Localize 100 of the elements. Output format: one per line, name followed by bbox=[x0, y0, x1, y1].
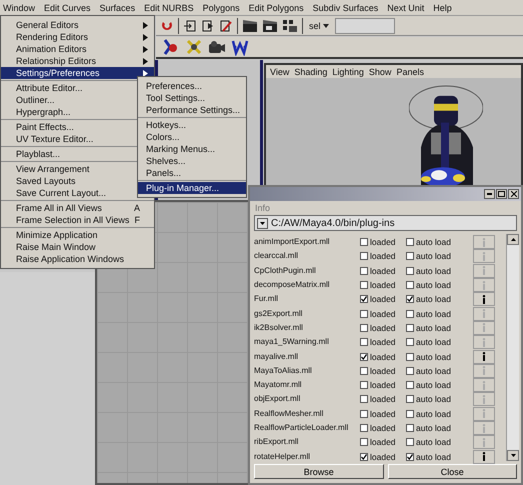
checkbox[interactable] bbox=[406, 366, 414, 375]
checkbox[interactable] bbox=[360, 452, 368, 461]
menu-item[interactable]: General Editors bbox=[1, 19, 154, 31]
dialog-button[interactable]: Close bbox=[388, 464, 517, 479]
checkbox[interactable] bbox=[406, 266, 414, 275]
menu-item[interactable]: Colors... bbox=[138, 131, 246, 143]
menu-item[interactable]: Help bbox=[433, 2, 452, 12]
info-button[interactable] bbox=[473, 450, 495, 464]
menu-item[interactable]: Panels... bbox=[138, 167, 246, 179]
menu-item[interactable]: Rendering Editors bbox=[1, 31, 154, 43]
checkbox[interactable] bbox=[360, 395, 368, 404]
checkbox[interactable] bbox=[406, 352, 414, 361]
menu-item[interactable]: Subdiv Surfaces bbox=[312, 2, 378, 12]
checkbox[interactable] bbox=[360, 266, 368, 275]
checkbox[interactable] bbox=[360, 281, 368, 290]
close-button[interactable] bbox=[508, 189, 519, 199]
checkbox[interactable] bbox=[406, 310, 414, 318]
menu-item[interactable]: Window bbox=[3, 2, 36, 12]
menu-item[interactable]: Edit NURBS bbox=[144, 2, 194, 12]
dialog-button[interactable]: Browse bbox=[254, 464, 384, 479]
menu-item[interactable]: Edit Curves bbox=[44, 2, 91, 12]
info-icon bbox=[482, 352, 486, 362]
info-button[interactable] bbox=[473, 350, 495, 364]
menu-item[interactable]: Preferences... bbox=[138, 80, 246, 92]
menu-item[interactable]: Plug-in Manager... bbox=[138, 182, 246, 194]
menu-item[interactable]: Raise Main Window bbox=[1, 241, 154, 253]
menu-item[interactable]: Settings/Preferences bbox=[1, 67, 154, 79]
checkbox[interactable] bbox=[406, 338, 414, 346]
input-field[interactable] bbox=[334, 18, 395, 34]
viewport-menu-item[interactable]: Lighting bbox=[332, 66, 364, 76]
menu-item[interactable]: Minimize Application bbox=[1, 229, 154, 241]
checkbox[interactable] bbox=[360, 338, 368, 346]
scrollbar[interactable] bbox=[506, 234, 519, 461]
checkbox[interactable] bbox=[360, 381, 368, 390]
plugin-name: decomposeMatrix.mll bbox=[254, 280, 331, 290]
info-icon bbox=[482, 394, 486, 404]
viewport-menu-item[interactable]: Show bbox=[368, 66, 392, 76]
menu-item[interactable]: Frame All in All Views A bbox=[1, 202, 154, 214]
menu-item[interactable]: Surfaces bbox=[100, 2, 136, 12]
collapse-button[interactable] bbox=[257, 218, 268, 228]
info-icon bbox=[482, 238, 486, 247]
info-icon bbox=[482, 452, 486, 462]
select-field[interactable]: sel bbox=[307, 20, 331, 30]
checkbox[interactable] bbox=[406, 324, 414, 332]
maximize-button[interactable] bbox=[496, 189, 507, 199]
checkbox[interactable] bbox=[406, 438, 414, 446]
menu-item[interactable]: Marking Menus... bbox=[138, 143, 246, 155]
checkbox[interactable] bbox=[406, 252, 414, 260]
plugin-name: ribExport.mll bbox=[254, 437, 300, 448]
menu-item[interactable]: Raise Application Windows bbox=[1, 253, 154, 265]
menu-item[interactable]: Performance Settings... bbox=[138, 104, 246, 116]
checkbox[interactable] bbox=[360, 410, 368, 418]
play-icon[interactable] bbox=[201, 18, 215, 32]
menu-item[interactable]: Frame Selection in All Views F bbox=[1, 214, 154, 226]
menu-item[interactable]: Relationship Editors bbox=[1, 55, 154, 67]
minimize-button[interactable] bbox=[484, 189, 495, 199]
checkbox[interactable] bbox=[360, 366, 368, 375]
grid-icon[interactable] bbox=[282, 18, 298, 32]
checkbox[interactable] bbox=[360, 295, 368, 304]
checkbox[interactable] bbox=[406, 452, 414, 461]
info-icon bbox=[482, 266, 486, 276]
plugin-name: objExport.mll bbox=[254, 394, 302, 404]
menu-item[interactable]: Shelves... bbox=[138, 155, 246, 167]
checkbox[interactable] bbox=[360, 424, 368, 432]
menu-item[interactable]: Tool Settings... bbox=[138, 92, 246, 104]
up-arrow-icon bbox=[510, 238, 516, 241]
menu-item[interactable]: Animation Editors bbox=[1, 43, 154, 55]
plugin-name: rotateHelper.mll bbox=[254, 452, 312, 462]
checkbox[interactable] bbox=[406, 295, 414, 304]
viewport-menu-item[interactable]: Panels bbox=[396, 66, 424, 76]
down-arrow-icon bbox=[510, 454, 516, 457]
plugin-name: mayalive.mll bbox=[254, 352, 300, 362]
checkbox[interactable] bbox=[360, 310, 368, 318]
plugin-name: animImportExport.mll bbox=[254, 237, 331, 248]
info-icon bbox=[482, 366, 486, 376]
checkbox[interactable] bbox=[360, 238, 368, 246]
info-button[interactable] bbox=[473, 292, 495, 306]
viewport-menu-item[interactable]: Shading bbox=[294, 66, 328, 76]
info-icon bbox=[482, 424, 486, 432]
checkbox[interactable] bbox=[360, 324, 368, 332]
viewport-menu-item[interactable]: View bbox=[270, 66, 290, 76]
menu-item[interactable]: Next Unit bbox=[387, 2, 424, 12]
checkbox[interactable] bbox=[406, 424, 414, 432]
checkbox[interactable] bbox=[360, 352, 368, 361]
checkbox[interactable] bbox=[406, 238, 414, 246]
plugin-name: Mayatomr.mll bbox=[254, 380, 303, 390]
checkbox[interactable] bbox=[406, 395, 414, 404]
import-icon[interactable] bbox=[183, 18, 197, 32]
clapper-icon[interactable] bbox=[242, 18, 258, 32]
camera-icon[interactable] bbox=[208, 38, 226, 56]
menu-item[interactable]: Hotkeys... bbox=[138, 119, 246, 131]
menu-item[interactable]: Polygons bbox=[202, 2, 240, 12]
clapper-icon[interactable] bbox=[262, 18, 278, 32]
checkbox[interactable] bbox=[360, 438, 368, 446]
checkbox[interactable] bbox=[360, 252, 368, 260]
menu-item[interactable]: Edit Polygons bbox=[248, 2, 304, 12]
checkbox[interactable] bbox=[406, 281, 414, 290]
checkbox[interactable] bbox=[406, 410, 414, 418]
checkbox-label: auto load bbox=[416, 394, 451, 404]
checkbox[interactable] bbox=[406, 381, 414, 390]
